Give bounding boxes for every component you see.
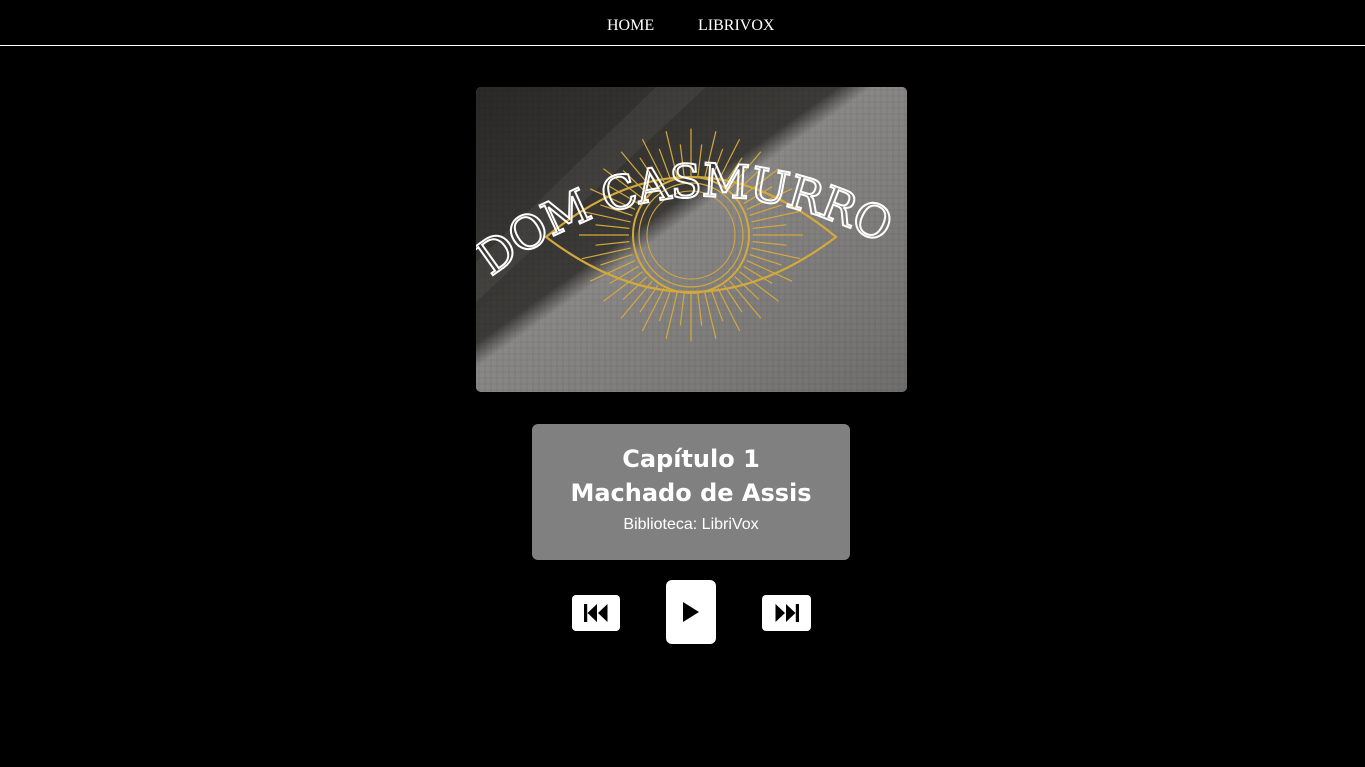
track-info-card: Capítulo 1 Machado de Assis Biblioteca: … (532, 424, 850, 560)
nav-home-link[interactable]: HOME (607, 17, 654, 35)
book-cover-art: DOM CASMURRO (476, 87, 907, 392)
next-track-button[interactable] (762, 595, 811, 631)
skip-next-icon (775, 604, 799, 622)
top-nav: HOME LIBRIVOX (0, 0, 1365, 46)
library-label: Biblioteca: LibriVox (623, 516, 759, 533)
author-name: Machado de Assis (570, 479, 812, 507)
chapter-title: Capítulo 1 (622, 445, 760, 473)
play-button[interactable] (666, 580, 716, 644)
book-cover-image: DOM CASMURRO (476, 87, 907, 392)
previous-track-button[interactable] (572, 595, 620, 631)
skip-previous-icon (584, 604, 608, 622)
nav-librivox-link[interactable]: LIBRIVOX (698, 17, 774, 35)
play-icon (683, 602, 699, 622)
